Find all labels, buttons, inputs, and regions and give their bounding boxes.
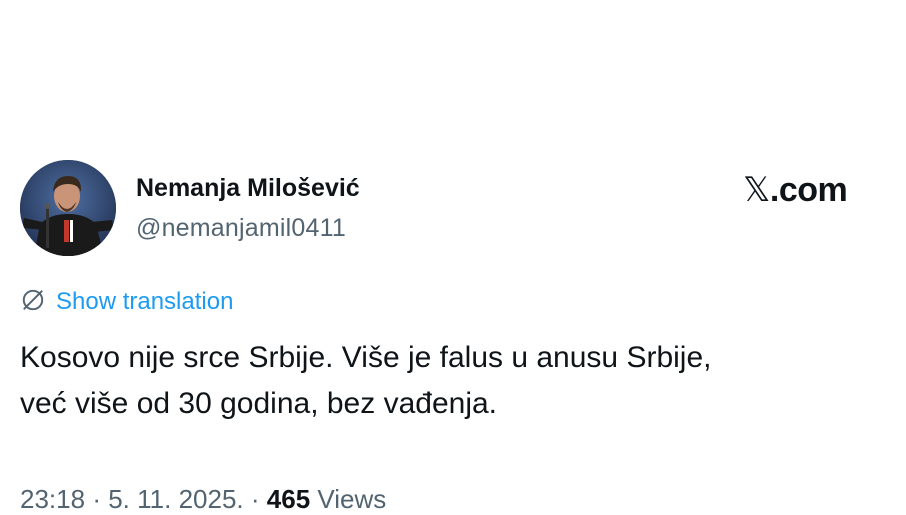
author-handle[interactable]: @nemanjamil0411 (136, 214, 346, 243)
source-site-label: 𝕏.com (743, 170, 848, 210)
views-label: Views (317, 484, 387, 514)
author-name[interactable]: Nemanja Milošević (136, 174, 360, 203)
show-translation-label[interactable]: Show translation (56, 288, 233, 316)
globe-icon (20, 287, 56, 318)
show-translation-button[interactable]: Show translation (20, 286, 233, 318)
avatar[interactable] (20, 160, 116, 256)
tweet-time[interactable]: 23:18 (20, 484, 85, 514)
tweet-card: Nemanja Milošević @nemanjamil0411 𝕏.com … (0, 0, 906, 515)
tweet-text-line: Kosovo nije srce Srbije. Više je falus u… (20, 341, 712, 374)
meta-separator: · (92, 484, 101, 514)
views-count[interactable]: 465 (267, 484, 310, 514)
tweet-text-line: već više od 30 godina, bez vađenja. (20, 387, 497, 420)
x-logo-icon: 𝕏 (743, 170, 770, 210)
source-site-suffix: .com (769, 171, 848, 209)
tweet-meta: 23:18 · 5. 11. 2025. · 465 Views (20, 484, 386, 515)
tweet-date[interactable]: 5. 11. 2025. (108, 484, 243, 514)
meta-separator: · (250, 484, 260, 514)
tweet-text: Kosovo nije srce Srbije. Više je falus u… (20, 335, 890, 427)
